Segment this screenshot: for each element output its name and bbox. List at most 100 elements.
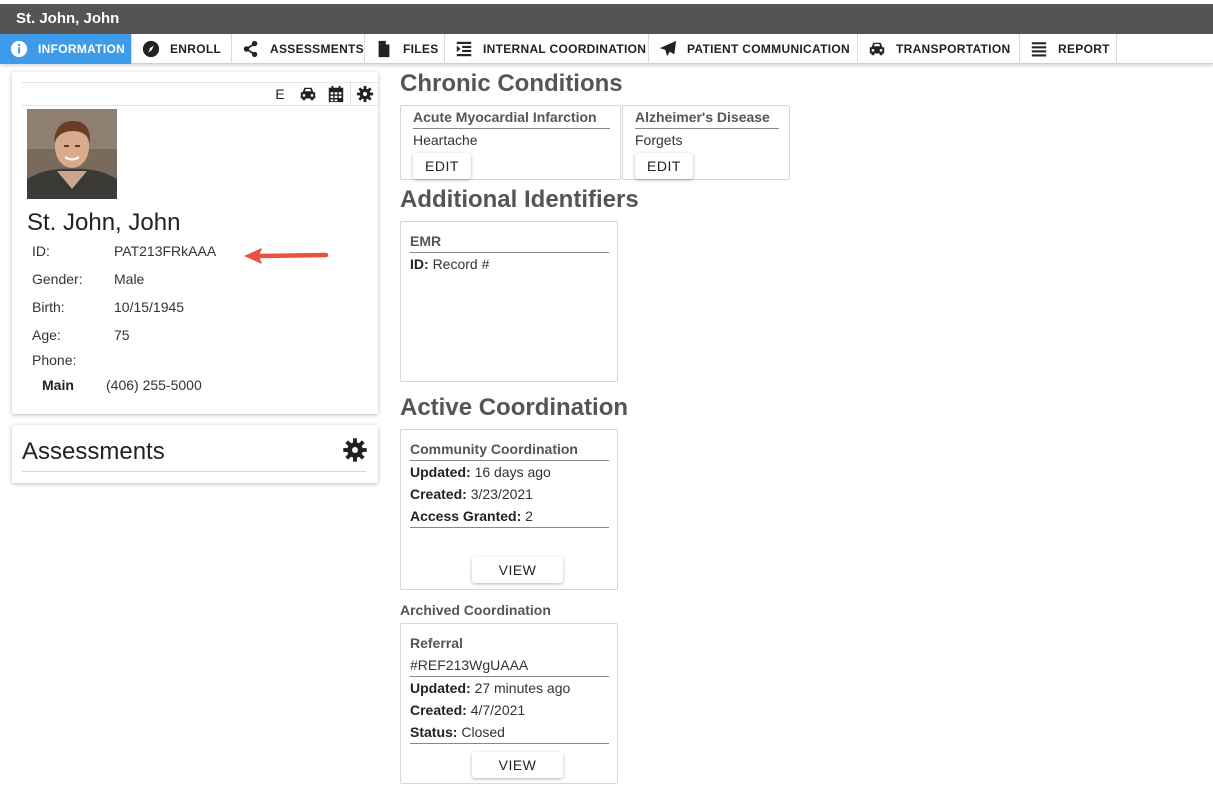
tab-transportation[interactable]: TRANSPORTATION <box>858 34 1020 64</box>
condition-title: Acute Myocardial Infarction <box>413 109 597 125</box>
updated-row: Updated: 27 minutes ago <box>410 680 570 696</box>
gender-row: Gender: Male <box>32 271 144 287</box>
view-button[interactable]: VIEW <box>472 752 563 778</box>
edit-button[interactable]: EDIT <box>635 153 693 179</box>
field-label: Phone: <box>32 352 77 368</box>
indent-icon <box>455 40 473 58</box>
phone-main-row: Main (406) 255-5000 <box>42 377 202 393</box>
share-icon <box>242 40 260 58</box>
calendar-icon[interactable] <box>322 83 350 105</box>
tab-label: PATIENT COMMUNICATION <box>687 42 850 56</box>
updated-value: 16 days ago <box>474 464 551 480</box>
coordination-title: Community Coordination <box>410 441 578 457</box>
tab-patient-communication[interactable]: PATIENT COMMUNICATION <box>649 34 858 64</box>
paper-plane-icon <box>659 40 677 58</box>
info-icon <box>10 40 28 58</box>
updated-value: 27 minutes ago <box>474 680 571 696</box>
created-value: 4/7/2021 <box>470 702 526 718</box>
updated-row: Updated: 16 days ago <box>410 464 551 480</box>
created-value: 3/23/2021 <box>470 486 533 502</box>
coordination-card: Community Coordination Updated: 16 days … <box>400 429 618 590</box>
tab-label: ENROLL <box>170 42 222 56</box>
condition-title: Alzheimer's Disease <box>635 109 770 125</box>
view-button[interactable]: VIEW <box>472 557 563 583</box>
id-value: Record # <box>432 256 490 272</box>
created-label: Created: <box>410 702 467 718</box>
divider <box>635 128 779 129</box>
condition-note: Forgets <box>635 132 683 148</box>
tab-internal-coordination[interactable]: INTERNAL COORDINATION <box>445 34 649 64</box>
identifier-id-row: ID: Record # <box>410 256 489 272</box>
phone-row: Phone: <box>32 352 114 368</box>
patient-profile-card: E St. John, John ID: PAT213FRkAAA Gender:… <box>12 72 378 414</box>
edit-button[interactable]: EDIT <box>413 153 471 179</box>
updated-label: Updated: <box>410 464 471 480</box>
divider <box>410 743 609 744</box>
divider <box>410 460 609 461</box>
archived-coordination-heading: Archived Coordination <box>400 602 551 618</box>
birth-value: 10/15/1945 <box>114 299 185 315</box>
status-label: Status: <box>410 724 458 740</box>
additional-identifiers-heading: Additional Identifiers <box>400 186 639 213</box>
car-icon[interactable] <box>294 83 322 105</box>
tab-label: INFORMATION <box>38 42 126 56</box>
patient-name: St. John, John <box>27 209 181 236</box>
assessments-card: Assessments <box>12 425 378 483</box>
tab-report[interactable]: REPORT <box>1020 34 1117 64</box>
divider <box>410 676 609 677</box>
active-coordination-heading: Active Coordination <box>400 394 629 421</box>
id-label: ID: <box>410 256 429 272</box>
divider <box>413 128 610 129</box>
tab-assessments[interactable]: ASSESSMENTS <box>232 34 365 64</box>
identifier-title: EMR <box>410 233 442 249</box>
status-row: Status: Closed <box>410 724 505 740</box>
tab-enroll[interactable]: ENROLL <box>132 34 232 64</box>
access-value: 2 <box>525 508 533 524</box>
tab-label: FILES <box>403 42 439 56</box>
referral-title: Referral <box>410 635 463 651</box>
main-nav: INFORMATION ENROLL ASSESSMENTS FILES INT… <box>0 34 1213 64</box>
tab-label: INTERNAL COORDINATION <box>483 42 647 56</box>
field-label: Gender: <box>32 271 83 287</box>
tab-files[interactable]: FILES <box>365 34 445 64</box>
updated-label: Updated: <box>410 680 471 696</box>
assessments-title: Assessments <box>22 438 165 465</box>
divider <box>410 252 609 253</box>
created-row: Created: 4/7/2021 <box>410 702 525 718</box>
identifier-card: EMR ID: Record # <box>400 221 618 382</box>
phone-number[interactable]: (406) 255-5000 <box>106 377 202 393</box>
gender-value: Male <box>114 271 145 287</box>
access-label: Access Granted: <box>410 508 522 524</box>
car-icon <box>868 40 886 58</box>
condition-note: Heartache <box>413 132 478 148</box>
list-icon <box>1030 40 1048 58</box>
field-label: Age: <box>32 327 61 343</box>
birth-row: Birth: 10/15/1945 <box>32 299 184 315</box>
gear-icon[interactable] <box>350 83 378 105</box>
patient-photo <box>27 109 117 199</box>
age-row: Age: 75 <box>32 327 130 343</box>
tab-information[interactable]: INFORMATION <box>0 34 132 64</box>
file-icon <box>375 40 393 58</box>
status-value: Closed <box>461 724 505 740</box>
patient-id: PAT213FRkAAA <box>114 243 217 259</box>
tab-label: REPORT <box>1058 42 1110 56</box>
tab-label: TRANSPORTATION <box>896 42 1011 56</box>
chronic-conditions-heading: Chronic Conditions <box>400 70 623 97</box>
access-row: Access Granted: 2 <box>410 508 533 524</box>
condition-card: Acute Myocardial Infarction Heartache ED… <box>400 105 621 180</box>
arrow-annotation-icon <box>244 248 329 264</box>
field-label: Birth: <box>32 299 65 315</box>
e-button[interactable]: E <box>266 83 294 105</box>
profile-toolbar: E <box>22 82 378 106</box>
created-row: Created: 3/23/2021 <box>410 486 533 502</box>
tab-label: ASSESSMENTS <box>270 42 364 56</box>
gear-icon[interactable] <box>342 437 368 463</box>
phone-type-label: Main <box>42 377 74 393</box>
archived-card: Referral #REF213WgUAAA Updated: 27 minut… <box>400 623 618 784</box>
divider <box>410 527 609 528</box>
patient-title-bar: St. John, John <box>0 4 1213 34</box>
created-label: Created: <box>410 486 467 502</box>
id-row: ID: PAT213FRkAAA <box>32 243 216 259</box>
referral-number: #REF213WgUAAA <box>410 657 529 673</box>
